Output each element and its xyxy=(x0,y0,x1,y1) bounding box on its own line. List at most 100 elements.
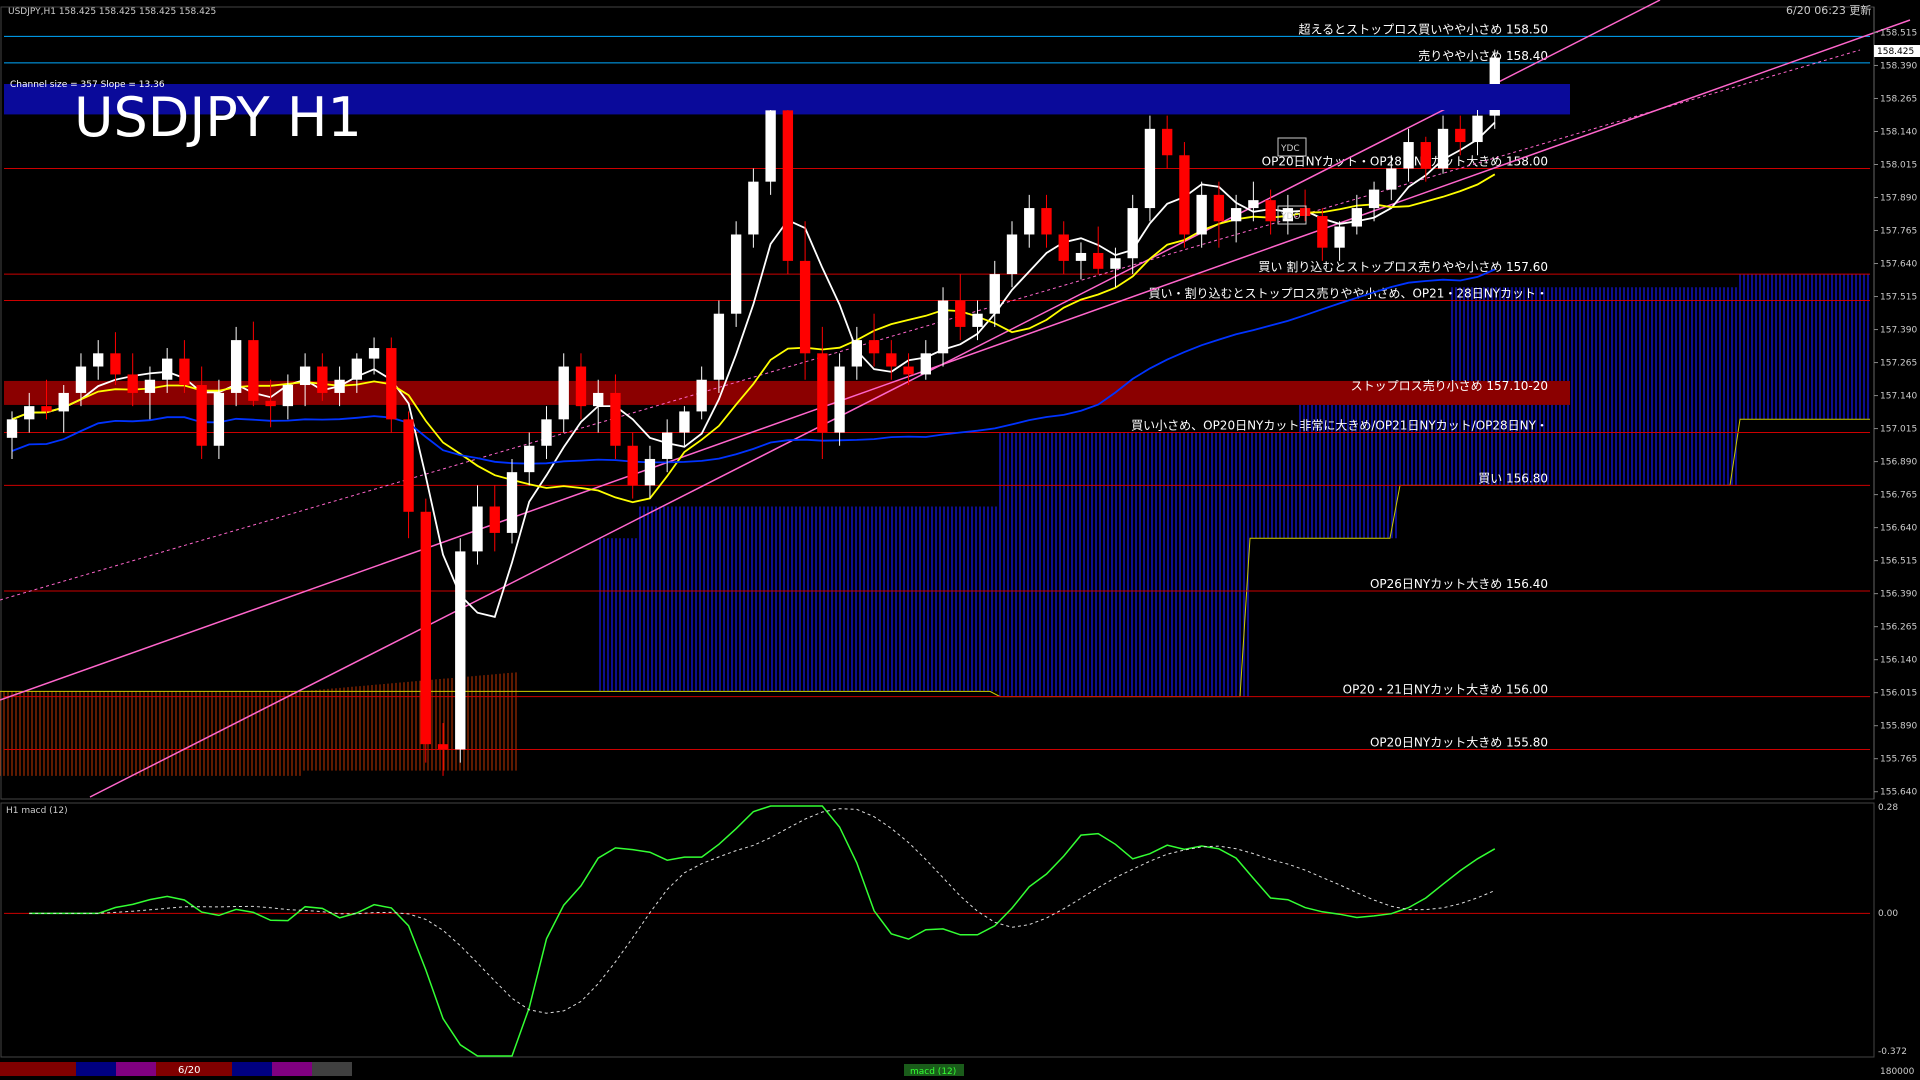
candle-body xyxy=(127,374,138,393)
candle-body xyxy=(1127,208,1138,259)
candle-body xyxy=(472,506,483,552)
candle-body xyxy=(817,353,828,433)
level-label: 売りやや小さめ 158.40 xyxy=(1418,48,1548,63)
candle-body xyxy=(317,366,328,393)
price-tick-label: 158.265 xyxy=(1880,94,1917,104)
candle-body xyxy=(610,392,621,446)
candle-body xyxy=(1075,252,1087,261)
candle-body xyxy=(696,379,707,412)
candle-body xyxy=(144,379,156,393)
candle-body xyxy=(799,260,811,354)
candle-body xyxy=(1386,168,1397,190)
level-label: OP20・21日NYカット大きめ 156.00 xyxy=(1343,683,1548,697)
candle-body xyxy=(230,340,242,393)
candle-body xyxy=(162,358,173,380)
candle-body xyxy=(937,300,949,354)
candle-body xyxy=(386,348,397,420)
candle-body xyxy=(851,340,862,367)
candle-body xyxy=(179,358,190,386)
candle-body xyxy=(1213,194,1225,222)
candle-body xyxy=(1472,115,1483,143)
candle-body xyxy=(868,340,880,354)
candle-body xyxy=(834,366,845,433)
candle-body xyxy=(558,366,569,420)
price-tick-label: 156.515 xyxy=(1880,557,1917,567)
candle-body xyxy=(713,313,725,380)
candle-body xyxy=(93,353,104,367)
candle-body xyxy=(1455,128,1466,143)
candle-body xyxy=(748,181,759,235)
header-info: USDJPY,H1 158.425 158.425 158.425 158.42… xyxy=(8,7,216,17)
level-label: 買い・割り込むとストップロス売りやや小さめ、OP21・28日NYカット・ xyxy=(1148,286,1548,301)
chart-title: USDJPY H1 xyxy=(74,86,362,149)
candle-body xyxy=(1299,208,1311,216)
candle-body xyxy=(196,385,207,446)
candle-body xyxy=(972,313,983,327)
candle-body xyxy=(299,366,311,386)
level-label: 買い 割り込むとストップロス売りやや小さめ 157.60 xyxy=(1258,259,1548,274)
price-tick-label: 155.890 xyxy=(1880,722,1917,732)
footer-date: 6/20 xyxy=(178,1065,200,1076)
candle-body xyxy=(265,400,276,407)
candle-body xyxy=(110,353,121,375)
candle-body xyxy=(730,234,742,314)
candle-body xyxy=(524,445,535,473)
price-tick-label: 156.265 xyxy=(1880,623,1917,633)
marker-ydo: YDO xyxy=(1280,212,1301,222)
candle-body xyxy=(41,406,52,412)
price-tick-label: 157.765 xyxy=(1880,227,1917,237)
candle-body xyxy=(1041,208,1052,235)
macd-title: H1 macd (12) xyxy=(6,806,68,816)
candle-body xyxy=(58,392,69,412)
candle-body xyxy=(593,392,604,407)
macd-tab-label: macd (12) xyxy=(910,1067,956,1077)
candle-body xyxy=(1196,194,1207,235)
level-label: OP20日NYカット大きめ 155.80 xyxy=(1370,735,1548,749)
price-tick-label: 156.015 xyxy=(1880,689,1917,699)
candle-body xyxy=(765,110,776,182)
price-tick-label: 157.265 xyxy=(1880,359,1917,369)
candle-body xyxy=(955,300,966,327)
candle-body xyxy=(282,385,294,407)
candle-body xyxy=(1110,258,1121,269)
candle-body xyxy=(1403,142,1414,169)
candle-body xyxy=(506,472,518,533)
candle-body xyxy=(6,419,18,438)
candle-body xyxy=(1230,208,1242,222)
candle-body xyxy=(334,379,345,393)
candle-body xyxy=(782,110,794,261)
price-tick-label: 155.640 xyxy=(1880,788,1917,798)
timestamp: 6/20 06:23 更新 xyxy=(1786,3,1871,17)
price-tick-label: 157.515 xyxy=(1880,293,1917,303)
candle-body xyxy=(1162,128,1173,156)
candle-body xyxy=(1024,208,1035,235)
candle-body xyxy=(541,419,552,446)
candle-body xyxy=(989,274,1000,314)
candle-body xyxy=(403,419,414,512)
price-tick-label: 156.640 xyxy=(1880,524,1917,534)
level-label: ストップロス売り小さめ 157.10-20 xyxy=(1351,378,1548,393)
current-price-value: 158.425 xyxy=(1877,47,1914,57)
candle-body xyxy=(886,353,897,367)
candle-body xyxy=(248,340,259,401)
candle-body xyxy=(489,506,500,533)
macd-tick-zero: 0.00 xyxy=(1878,909,1898,919)
candle-body xyxy=(679,411,690,433)
price-tick-label: 158.515 xyxy=(1880,28,1917,38)
candle-body xyxy=(1058,234,1069,261)
price-tick-label: 157.015 xyxy=(1880,425,1917,435)
level-label: OP26日NYカット大きめ 156.40 xyxy=(1370,577,1548,591)
candle-body xyxy=(351,358,362,380)
candle-body xyxy=(1006,234,1018,275)
volume-label: 180000 xyxy=(1880,1067,1915,1077)
candle-body xyxy=(1248,200,1259,209)
candle-body xyxy=(644,458,656,486)
price-tick-label: 158.140 xyxy=(1880,127,1917,137)
candle-body xyxy=(455,551,466,750)
price-tick-label: 157.140 xyxy=(1880,392,1917,402)
price-tick-label: 158.390 xyxy=(1880,61,1917,71)
candle-body xyxy=(1437,128,1449,169)
candle-body xyxy=(1420,142,1431,169)
candle-body xyxy=(24,406,35,420)
candle-body xyxy=(420,511,431,745)
